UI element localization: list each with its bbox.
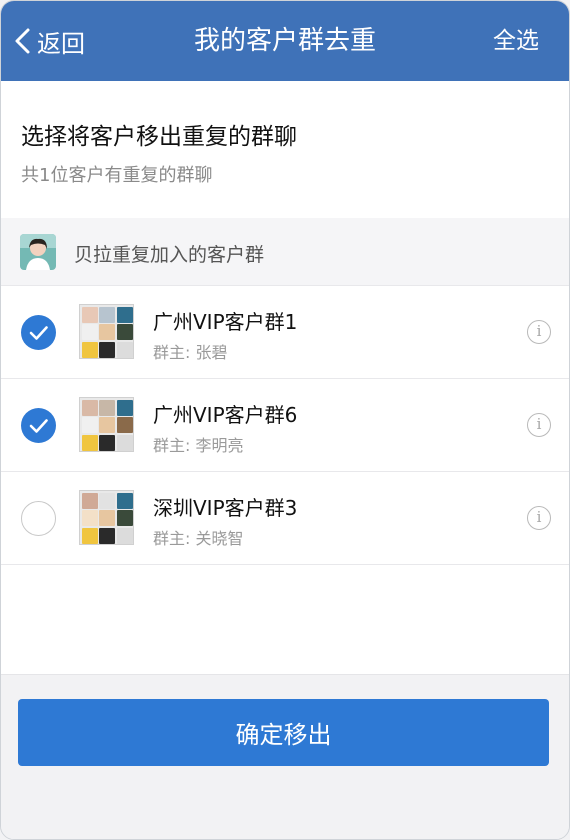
checkbox-checked[interactable]: [21, 408, 56, 443]
nav-bar: 返回 我的客户群去重 全选: [1, 1, 569, 81]
info-icon[interactable]: i: [527, 506, 551, 530]
customer-section-label: 贝拉重复加入的客户群: [74, 244, 265, 266]
content-area: 选择将客户移出重复的群聊 共1位客户有重复的群聊 贝拉重复加入的客户群 广州VI…: [1, 81, 569, 674]
group-row[interactable]: 广州VIP客户群1 群主: 张碧 i: [1, 286, 569, 379]
group-row[interactable]: 深圳VIP客户群3 群主: 关晓智 i: [1, 472, 569, 565]
instruction-block: 选择将客户移出重复的群聊 共1位客户有重复的群聊: [1, 81, 569, 219]
instruction-title: 选择将客户移出重复的群聊: [21, 124, 297, 150]
page-title: 我的客户群去重: [193, 26, 376, 56]
confirm-remove-button[interactable]: 确定移出: [18, 699, 549, 766]
customer-avatar: [20, 234, 56, 270]
info-icon[interactable]: i: [527, 413, 551, 437]
select-all-button[interactable]: 全选: [493, 21, 539, 61]
group-name: 广州VIP客户群1: [153, 310, 298, 334]
group-avatar-grid: [79, 304, 134, 359]
group-avatar-grid: [79, 397, 134, 452]
instruction-subtitle: 共1位客户有重复的群聊: [21, 165, 213, 186]
group-name: 深圳VIP客户群3: [153, 496, 298, 520]
group-owner: 群主: 李明亮: [153, 436, 244, 455]
checkmark-icon: [29, 326, 48, 340]
group-name: 广州VIP客户群6: [153, 403, 298, 427]
group-avatar-grid: [79, 490, 134, 545]
checkbox-checked[interactable]: [21, 315, 56, 350]
group-owner: 群主: 关晓智: [153, 529, 244, 548]
app-frame: 返回 我的客户群去重 全选 选择将客户移出重复的群聊 共1位客户有重复的群聊 贝…: [0, 0, 570, 840]
checkbox-unchecked[interactable]: [21, 501, 56, 536]
customer-section-header: 贝拉重复加入的客户群: [1, 218, 569, 286]
group-owner: 群主: 张碧: [153, 343, 228, 362]
group-row[interactable]: 广州VIP客户群6 群主: 李明亮 i: [1, 379, 569, 472]
checkmark-icon: [29, 419, 48, 433]
group-list: 广州VIP客户群1 群主: 张碧 i 广州VIP客户群6 群主: 李明亮 i 深…: [1, 286, 569, 565]
footer-bar: 确定移出: [1, 674, 569, 839]
info-icon[interactable]: i: [527, 320, 551, 344]
avatar-image: [20, 234, 56, 270]
